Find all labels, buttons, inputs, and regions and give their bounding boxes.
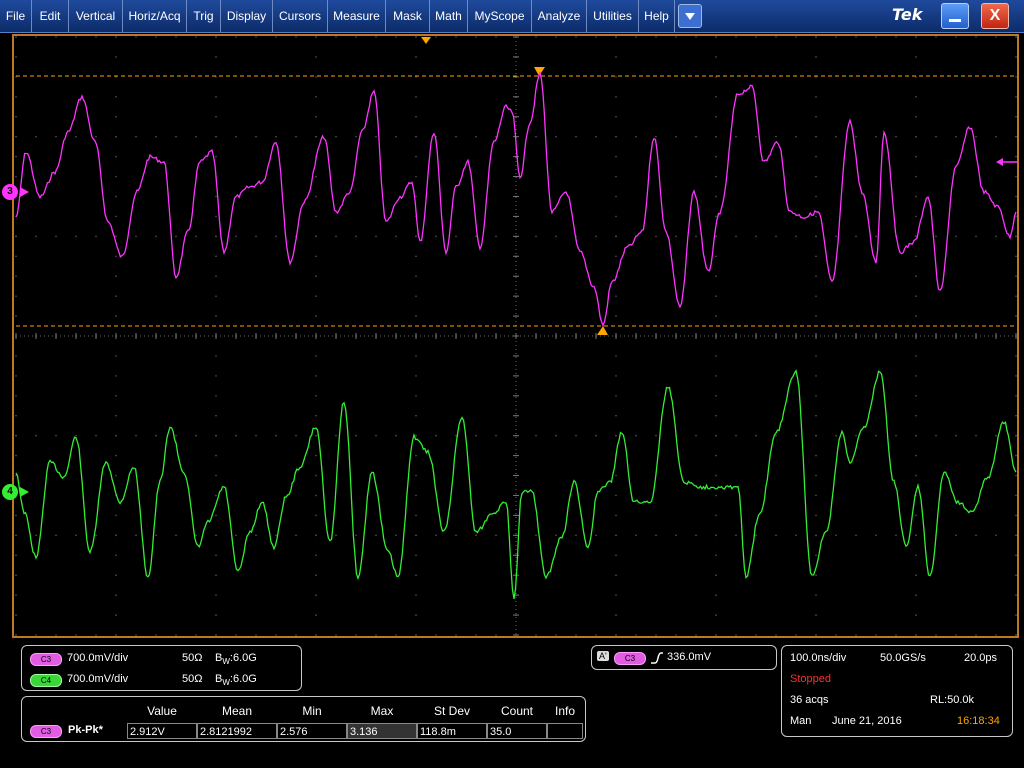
chevron-down-icon [685,13,695,20]
col-max: Max [370,704,394,718]
menu-trig[interactable]: Trig [187,0,221,32]
menu-dropdown-button[interactable] [678,4,702,28]
ch4-badge[interactable]: C4 [30,674,62,687]
resolution: 20.0ps [964,652,998,664]
measure-count: 35.0 [487,723,547,739]
menu-utilities[interactable]: Utilities [587,0,639,32]
col-mean: Mean [221,704,253,718]
ch4-marker[interactable]: 4 [2,484,18,500]
minimize-icon [949,19,961,22]
ch4-scale: 700.0mV/div [67,673,129,685]
acq-date: June 21, 2016 [832,715,902,727]
close-icon: X [989,7,1001,24]
menu-mask[interactable]: Mask [386,0,430,32]
acq-time: 16:18:34 [957,715,1000,727]
timebase: 100.0ns/div [790,652,847,664]
acq-count: 36 acqs [790,694,829,706]
ch3-scale: 700.0mV/div [67,652,129,664]
trigger-level: 336.0mV [667,651,712,663]
ch4-bandwidth: BW:6.0G [215,673,257,688]
measure-mean: 2.8121992 [197,723,277,739]
measure-source-badge[interactable]: C3 [30,725,62,738]
measure-max: 3.136 [347,723,417,739]
menu-horiz-acq[interactable]: Horiz/Acq [123,0,187,32]
ch3-marker[interactable]: 3 [2,184,18,200]
acquisition-panel[interactable]: 100.0ns/div 50.0GS/s 20.0ps Stopped 36 a… [781,645,1013,737]
acq-state: Stopped [790,673,831,685]
menu-bar: File Edit Vertical Horiz/Acq Trig Displa… [0,0,1024,33]
measure-name[interactable]: Pk-Pk* [68,724,103,736]
measure-value: 2.912V [127,723,197,739]
measure-info [547,723,583,739]
waveform-display[interactable]: 3 4 [0,32,1024,640]
col-value: Value [147,704,177,718]
menu-display[interactable]: Display [221,0,273,32]
measure-min: 2.576 [277,723,347,739]
rising-edge-icon [651,652,663,664]
tek-logo: Tek [892,5,923,24]
trigger-source-badge[interactable]: C3 [614,652,646,665]
sample-rate: 50.0GS/s [880,652,926,664]
minimize-button[interactable] [941,3,969,29]
acq-mode: Man [790,715,812,727]
trigger-readout-panel[interactable]: A' C3 336.0mV [591,645,777,670]
col-stdev: St Dev [433,704,470,718]
channel-readout-panel[interactable]: C3 700.0mV/div 50Ω BW:6.0G C4 700.0mV/di… [21,645,302,691]
ch3-badge[interactable]: C3 [30,653,62,666]
menu-edit[interactable]: Edit [32,0,69,32]
menu-file[interactable]: File [0,0,32,32]
measure-stdev: 118.8m [417,723,487,739]
col-count: Count [500,704,534,718]
menu-help[interactable]: Help [639,0,675,32]
menu-cursors[interactable]: Cursors [273,0,328,32]
close-button[interactable]: X [981,3,1009,29]
menu-vertical[interactable]: Vertical [69,0,123,32]
trigger-type-badge: A' [597,651,609,661]
menu-analyze[interactable]: Analyze [532,0,587,32]
ch3-bandwidth: BW:6.0G [215,652,257,667]
col-min: Min [302,704,322,718]
menu-measure[interactable]: Measure [328,0,386,32]
ch3-impedance: 50Ω [182,652,203,664]
measurement-panel[interactable]: Value Mean Min Max St Dev Count Info C3 … [21,696,586,742]
ch4-impedance: 50Ω [182,673,203,685]
menu-math[interactable]: Math [430,0,468,32]
menu-myscope[interactable]: MyScope [468,0,532,32]
record-length: RL:50.0k [930,694,975,706]
col-info: Info [554,704,575,718]
